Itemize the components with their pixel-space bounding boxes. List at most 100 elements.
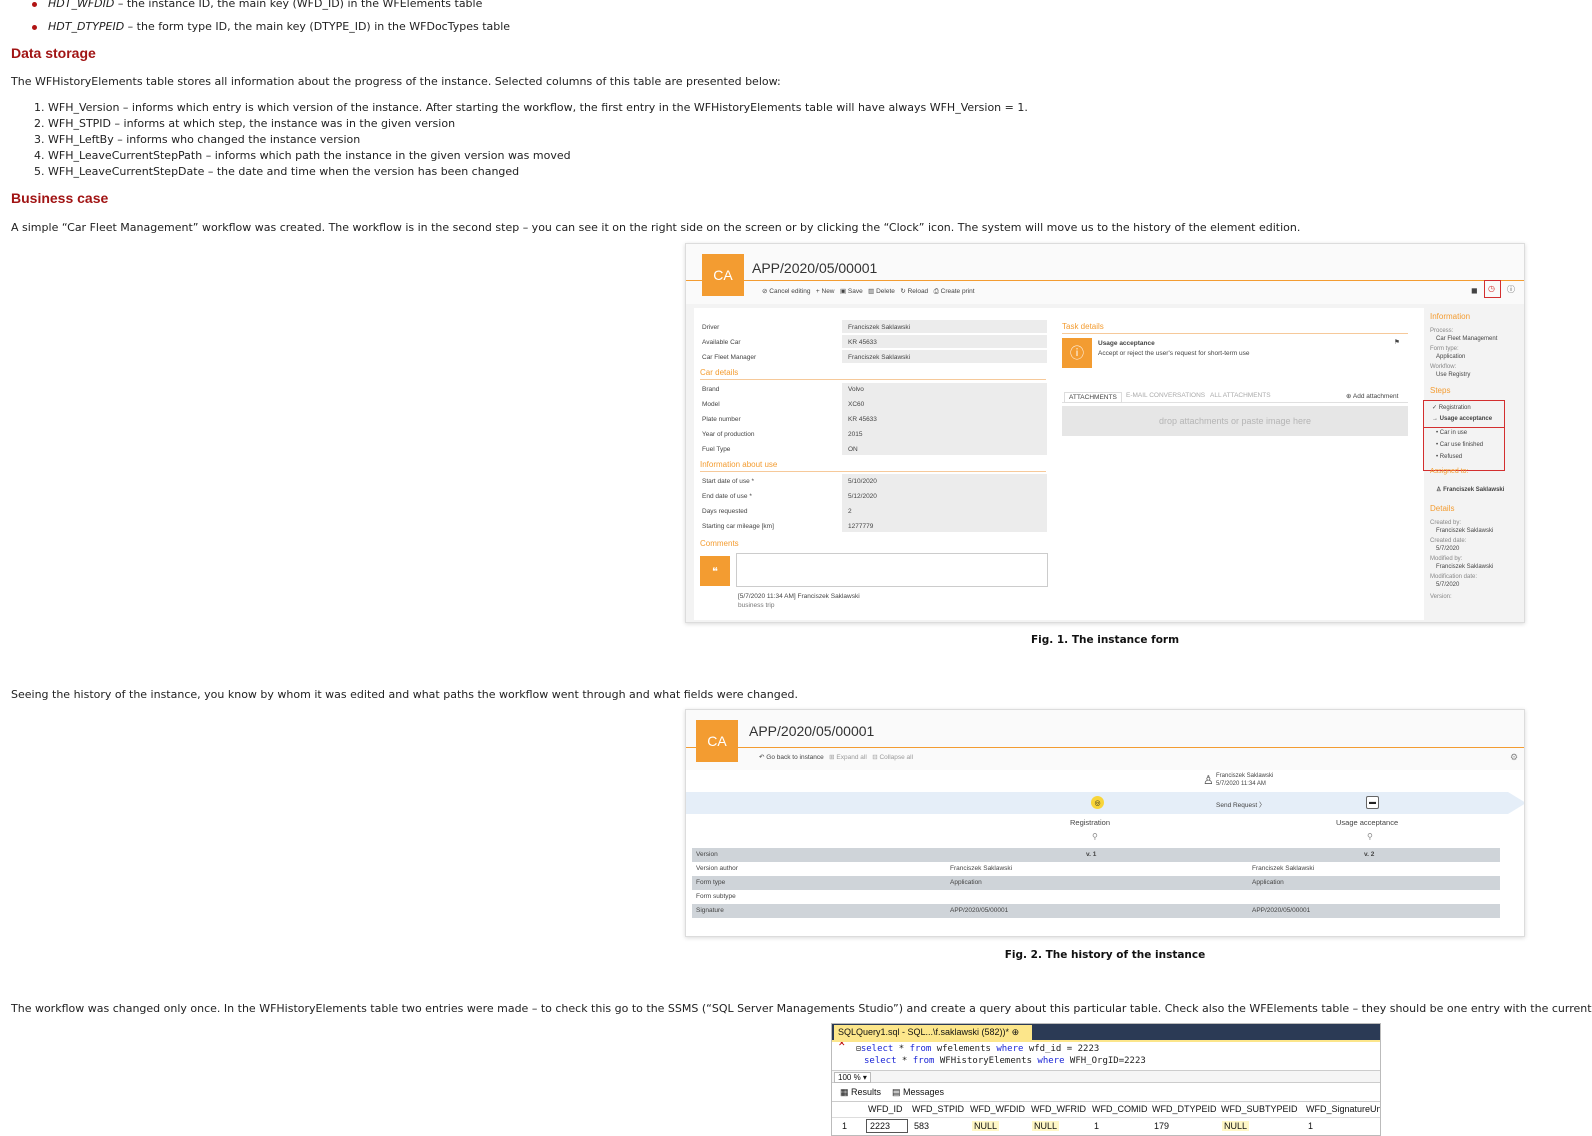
collapse-all-button[interactable]: ⊟ Collapse all xyxy=(872,754,913,761)
create-print-button[interactable]: ⎙ Create print xyxy=(934,288,975,295)
table-cell[interactable]: 179 xyxy=(1154,1121,1169,1131)
side-label: Modification date: xyxy=(1430,574,1478,580)
settings-icon[interactable]: ⚙ xyxy=(1510,752,1518,763)
table-row: Form type Application Application xyxy=(692,876,1500,890)
section-heading: Data storage xyxy=(11,45,96,61)
author-icon: ♙ xyxy=(1203,773,1214,787)
add-attachment-button[interactable]: ⊕ Add attachment xyxy=(1346,392,1398,400)
table-cell-selected[interactable]: 2223 xyxy=(866,1119,908,1133)
table-row: Form subtype xyxy=(692,890,1500,904)
step-item[interactable]: ✓ Registration xyxy=(1432,404,1471,411)
cancel-editing-button[interactable]: ⊘ Cancel editing xyxy=(762,288,810,295)
comment-text: business trip xyxy=(738,602,775,609)
acceptance-step-icon[interactable]: ▬ xyxy=(1366,796,1379,809)
field-value: KR 45633 xyxy=(848,416,877,423)
side-value: Use Registry xyxy=(1436,372,1471,378)
row-value: Franciszek Saklawski xyxy=(1252,865,1315,872)
query-tab[interactable]: SQLQuery1.sql - SQL...\f.saklawski (582)… xyxy=(834,1025,1032,1048)
table-cell[interactable]: 583 xyxy=(914,1121,929,1131)
delete-button[interactable]: ▥ Delete xyxy=(868,288,895,295)
comment-input[interactable] xyxy=(736,553,1048,587)
step-label: Registration xyxy=(1438,405,1471,411)
button-label: New xyxy=(821,288,835,295)
zoom-select[interactable]: 100 % ▾ xyxy=(834,1072,871,1083)
tab-label: SQLQuery1.sql - SQL...\f.saklawski (582)… xyxy=(838,1027,1010,1037)
info-icon[interactable]: ⓘ xyxy=(1507,284,1515,295)
row-label: Form subtype xyxy=(696,893,736,900)
table-cell[interactable]: 1 xyxy=(1308,1121,1313,1131)
step-item[interactable]: • Car in use xyxy=(1436,430,1467,436)
step-item[interactable]: • Refused xyxy=(1436,454,1462,460)
row-value: APP/2020/05/00001 xyxy=(950,907,1009,914)
query-line[interactable]: ⊟select * from wfelements where wfd_id =… xyxy=(856,1044,1099,1054)
list-item: 4. WFH_LeaveCurrentStepPath – informs wh… xyxy=(34,149,571,162)
side-label: Workflow: xyxy=(1430,364,1457,370)
row-value: Application xyxy=(1252,879,1284,886)
sql-keyword: where xyxy=(996,1044,1024,1054)
field-label: Days requested xyxy=(702,508,748,515)
results-tab[interactable]: ▦ Results xyxy=(840,1087,881,1098)
side-value: Application xyxy=(1436,354,1466,360)
side-label: Created date: xyxy=(1430,538,1467,544)
code-term: HDT_DTYPEID xyxy=(48,20,125,33)
stack-icon[interactable]: ◼ xyxy=(1471,286,1478,295)
step-item[interactable]: • Car use finished xyxy=(1436,442,1483,448)
column-header: WFD_COMID xyxy=(1092,1104,1148,1114)
go-back-button[interactable]: ↶ Go back to instance xyxy=(759,754,824,761)
bullet-dot xyxy=(32,25,37,30)
field-value: Franciszek Saklawski xyxy=(848,324,911,331)
drop-zone[interactable]: drop attachments or paste image here xyxy=(1062,406,1408,436)
field-label: Start date of use * xyxy=(702,478,755,485)
save-button[interactable]: ▣ Save xyxy=(840,288,863,295)
side-label: Modified by: xyxy=(1430,556,1463,562)
list-item: 2. WFH_STPID – informs at which step, th… xyxy=(34,117,456,130)
row-value: Franciszek Saklawski xyxy=(950,865,1013,872)
messages-tab[interactable]: ▤ Messages xyxy=(892,1087,944,1098)
instance-title: APP/2020/05/00001 xyxy=(749,723,875,739)
registration-step-icon[interactable]: ◎ xyxy=(1091,796,1104,809)
tab-label: Results xyxy=(851,1087,882,1097)
clock-icon[interactable]: ◷ xyxy=(1488,284,1495,293)
table-cell[interactable]: NULL xyxy=(972,1121,1000,1131)
column-header: WFD_WFDID xyxy=(970,1104,1025,1114)
figure-caption: Fig. 1. The instance form xyxy=(1030,634,1180,646)
tab-attachments[interactable]: ATTACHMENTS xyxy=(1064,392,1122,403)
figure-ssms-query: SQLQuery1.sql - SQL...\f.saklawski (582)… xyxy=(831,1023,1381,1136)
table-cell[interactable]: NULL xyxy=(1032,1121,1060,1131)
table-row: Version author Franciszek Saklawski Fran… xyxy=(692,862,1500,876)
search-icon[interactable]: ⚲ xyxy=(1092,832,1098,841)
field-label: Starting car mileage [km] xyxy=(702,523,774,530)
table-cell[interactable]: 1 xyxy=(1094,1121,1099,1131)
toolbar: ⊘ Cancel editing + New ▣ Save ▥ Delete ↻… xyxy=(762,287,975,296)
new-button[interactable]: + New xyxy=(816,288,835,295)
tab-all-attachments[interactable]: ALL ATTACHMENTS xyxy=(1210,392,1271,399)
bullet-dot xyxy=(32,2,37,7)
task-name: Usage acceptance xyxy=(1098,340,1155,347)
step-name: Usage acceptance xyxy=(1336,818,1399,827)
app-badge: CA xyxy=(702,254,744,296)
tab-email-conversations[interactable]: E-MAIL CONVERSATIONS xyxy=(1126,392,1205,399)
list-item: 3. WFH_LeftBy – informs who changed the … xyxy=(34,133,361,146)
task-desc: Accept or reject the user's request for … xyxy=(1098,350,1250,357)
search-icon[interactable]: ⚲ xyxy=(1367,832,1373,841)
step-item-current[interactable]: → Usage acceptance xyxy=(1432,416,1492,422)
instance-title: APP/2020/05/00001 xyxy=(752,260,878,276)
button-label: Go back to instance xyxy=(766,754,824,761)
sql-text: WFH_OrgID=2223 xyxy=(1064,1056,1146,1066)
list-item-text: – the instance ID, the main key (WFD_ID)… xyxy=(114,0,483,10)
side-title: Details xyxy=(1430,504,1455,513)
column-header: WFD_DTYPEID xyxy=(1152,1104,1217,1114)
assignee-name: Franciszek Saklawski xyxy=(1443,487,1505,493)
table-cell[interactable]: NULL xyxy=(1222,1121,1250,1131)
button-label: Delete xyxy=(876,288,895,295)
section-title: Car details xyxy=(700,368,739,377)
field-value: 1277779 xyxy=(848,523,874,530)
column-header: WFD_SignatureUni xyxy=(1306,1104,1381,1114)
side-label: Form type: xyxy=(1430,346,1459,352)
flag-icon[interactable]: ⚑ xyxy=(1394,338,1400,346)
comment-icon: ❝ xyxy=(700,556,730,586)
query-line[interactable]: select * from WFHistoryElements where WF… xyxy=(864,1056,1146,1066)
pin-icon[interactable]: ⊕ xyxy=(1012,1027,1020,1037)
reload-button[interactable]: ↻ Reload xyxy=(900,288,928,295)
expand-all-button[interactable]: ⊞ Expand all xyxy=(829,754,867,761)
